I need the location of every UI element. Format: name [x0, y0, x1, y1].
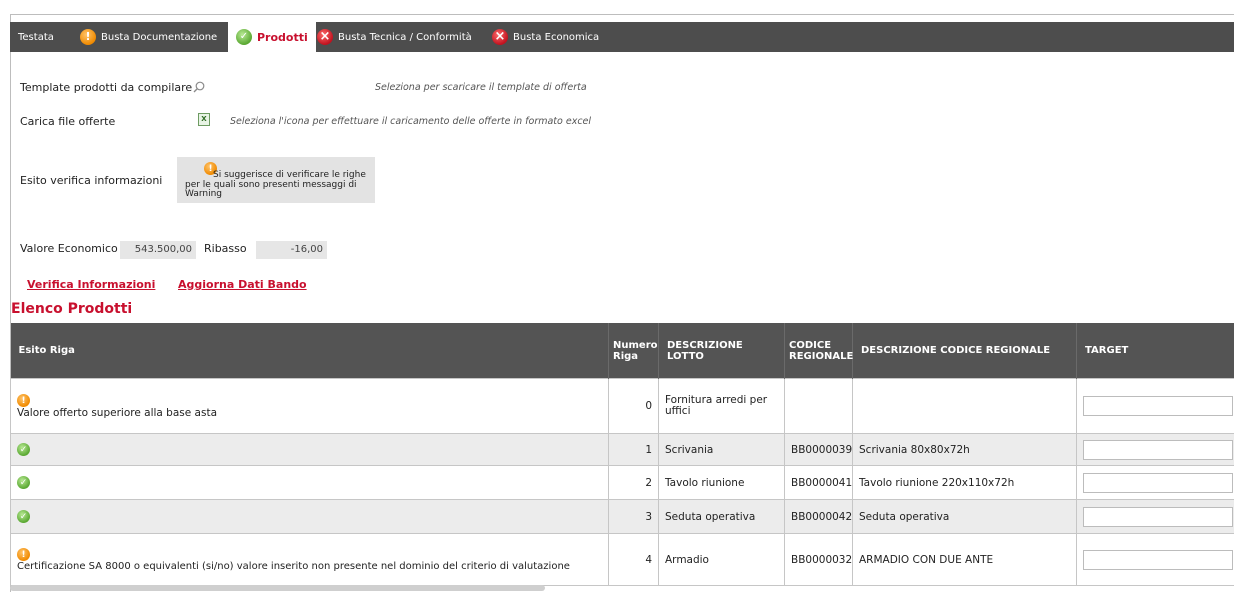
ribasso-label: Ribasso: [204, 242, 247, 255]
row-target: [1077, 500, 1234, 534]
row-number: 3: [609, 500, 659, 534]
target-input[interactable]: [1083, 550, 1233, 570]
table-row: 1 Scrivania BB0000039 Scrivania 80x80x72…: [11, 434, 1234, 466]
aggiorna-dati-bando-link[interactable]: Aggiorna Dati Bando: [178, 278, 307, 291]
check-icon: [17, 476, 30, 489]
col-header-target[interactable]: TARGET: [1077, 323, 1234, 379]
check-icon: [17, 443, 30, 456]
check-icon: [17, 510, 30, 523]
warning-icon: [17, 394, 30, 407]
row-lotto: Armadio: [659, 534, 785, 586]
error-icon: [492, 29, 508, 45]
row-number: 1: [609, 434, 659, 466]
row-number: 2: [609, 466, 659, 500]
ribasso-value: -16,00: [256, 241, 327, 259]
col-header-esito[interactable]: Esito Riga: [11, 323, 609, 379]
tab-busta-documentazione[interactable]: Busta Documentazione: [76, 23, 221, 51]
tab-bar: Testata Busta Documentazione Prodotti Bu…: [10, 22, 1234, 52]
products-table: Esito Riga Numero Riga DESCRIZIONE LOTTO…: [10, 323, 1234, 586]
search-icon[interactable]: [193, 81, 205, 93]
tab-testata[interactable]: Testata: [14, 23, 58, 51]
row-esito: [11, 434, 609, 466]
horizontal-scrollbar[interactable]: [10, 585, 545, 591]
row-lotto: Tavolo riunione: [659, 466, 785, 500]
row-lotto: Fornitura arredi per uffici: [659, 379, 785, 434]
target-input[interactable]: [1083, 507, 1233, 527]
row-codice: BB0000032: [785, 534, 853, 586]
row-message: Certificazione SA 8000 o equivalenti (si…: [17, 561, 570, 572]
row-target: [1077, 379, 1234, 434]
row-esito: [11, 500, 609, 534]
row-descrizione: [853, 379, 1077, 434]
row-descrizione: Tavolo riunione 220x110x72h: [853, 466, 1077, 500]
table-header-row: Esito Riga Numero Riga DESCRIZIONE LOTTO…: [11, 323, 1234, 379]
warning-message-box: Si suggerisce di verificare le righe per…: [177, 157, 375, 203]
row-codice: BB0000039: [785, 434, 853, 466]
tab-label: Busta Tecnica / Conformità: [338, 32, 472, 43]
warning-icon: [80, 29, 96, 45]
row-descrizione: ARMADIO CON DUE ANTE: [853, 534, 1077, 586]
excel-upload-icon[interactable]: X: [198, 113, 210, 126]
row-number: 0: [609, 379, 659, 434]
row-descrizione: Seduta operativa: [853, 500, 1077, 534]
row-lotto: Scrivania: [659, 434, 785, 466]
row-codice: BB0000042: [785, 500, 853, 534]
col-header-codice[interactable]: CODICE REGIONALE: [785, 323, 853, 379]
table-row: Valore offerto superiore alla base asta …: [11, 379, 1234, 434]
col-header-numero[interactable]: Numero Riga: [609, 323, 659, 379]
row-codice: BB0000041: [785, 466, 853, 500]
warning-message-text: Si suggerisce di verificare le righe per…: [185, 171, 370, 200]
row-descrizione: Scrivania 80x80x72h: [853, 434, 1077, 466]
row-codice: [785, 379, 853, 434]
template-hint: Seleziona per scaricare il template di o…: [375, 82, 587, 93]
row-lotto: Seduta operativa: [659, 500, 785, 534]
tab-label: Busta Economica: [513, 32, 599, 43]
tab-label: Prodotti: [257, 31, 308, 44]
valore-value: 543.500,00: [120, 241, 196, 259]
col-header-descrizione[interactable]: DESCRIZIONE CODICE REGIONALE: [853, 323, 1077, 379]
upload-hint: Seleziona l'icona per effettuare il cari…: [230, 116, 591, 127]
tab-prodotti[interactable]: Prodotti: [228, 22, 316, 52]
row-esito: [11, 466, 609, 500]
target-input[interactable]: [1083, 473, 1233, 493]
row-number: 4: [609, 534, 659, 586]
upload-label: Carica file offerte: [20, 115, 115, 128]
row-message: Valore offerto superiore alla base asta: [17, 407, 217, 419]
col-header-lotto[interactable]: DESCRIZIONE LOTTO: [659, 323, 785, 379]
row-esito: Valore offerto superiore alla base asta: [11, 379, 609, 434]
row-target: [1077, 534, 1234, 586]
valore-label: Valore Economico: [20, 242, 118, 255]
check-icon: [236, 29, 252, 45]
tab-label: Testata: [18, 32, 54, 43]
warning-icon: [17, 548, 30, 561]
tab-busta-economica[interactable]: Busta Economica: [488, 23, 603, 51]
row-esito: Certificazione SA 8000 o equivalenti (si…: [11, 534, 609, 586]
table-row: 3 Seduta operativa BB0000042 Seduta oper…: [11, 500, 1234, 534]
esito-label: Esito verifica informazioni: [20, 174, 162, 187]
section-title: Elenco Prodotti: [11, 301, 132, 317]
tab-label: Busta Documentazione: [101, 32, 217, 43]
verifica-informazioni-link[interactable]: Verifica Informazioni: [27, 278, 155, 291]
template-label: Template prodotti da compilare: [20, 81, 192, 94]
table-row: Certificazione SA 8000 o equivalenti (si…: [11, 534, 1234, 586]
row-target: [1077, 466, 1234, 500]
target-input[interactable]: [1083, 440, 1233, 460]
error-icon: [317, 29, 333, 45]
target-input[interactable]: [1083, 396, 1233, 416]
tab-busta-tecnica[interactable]: Busta Tecnica / Conformità: [313, 23, 476, 51]
table-row: 2 Tavolo riunione BB0000041 Tavolo riuni…: [11, 466, 1234, 500]
row-target: [1077, 434, 1234, 466]
